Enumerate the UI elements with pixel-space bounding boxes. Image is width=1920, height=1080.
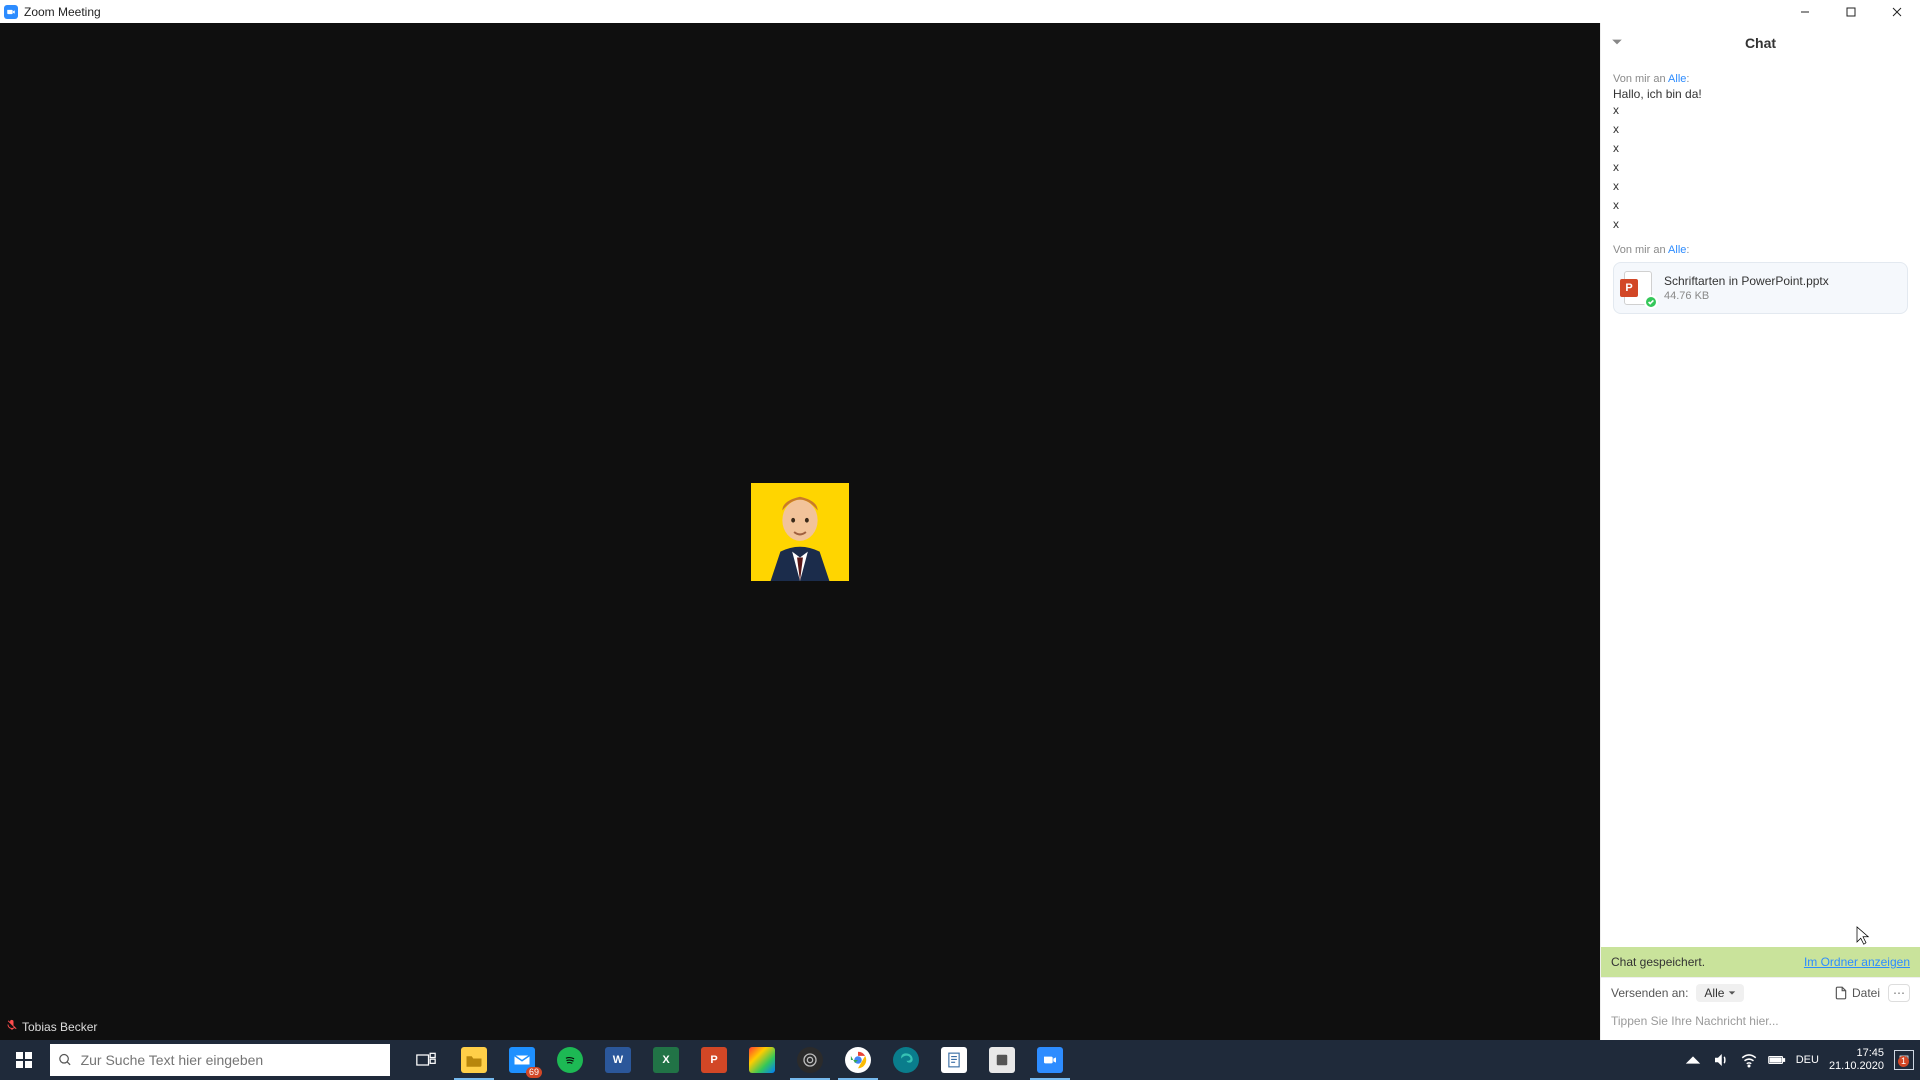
mail-badge: 69 [526, 1067, 542, 1078]
chat-message-header: Von mir an Alle: [1613, 244, 1908, 256]
tray-notifications-button[interactable]: 1 [1894, 1050, 1914, 1070]
send-to-label: Versenden an: [1611, 986, 1688, 1000]
taskbar-app-generic-2[interactable] [978, 1040, 1026, 1080]
chat-message-line: x [1613, 120, 1908, 139]
chat-message-line: x [1613, 101, 1908, 120]
system-tray: DEU 17:45 21.10.2020 1 [1684, 1047, 1920, 1073]
taskbar-app-word[interactable]: W [594, 1040, 642, 1080]
window-titlebar: Zoom Meeting [0, 0, 1920, 23]
taskbar-app-spotify[interactable] [546, 1040, 594, 1080]
window-close-button[interactable] [1874, 0, 1920, 23]
chat-message-line: x [1613, 196, 1908, 215]
taskbar-app-file-explorer[interactable] [450, 1040, 498, 1080]
taskbar-app-excel[interactable]: X [642, 1040, 690, 1080]
tray-battery-icon[interactable] [1768, 1051, 1786, 1069]
window-maximize-button[interactable] [1828, 0, 1874, 23]
window-minimize-button[interactable] [1782, 0, 1828, 23]
chat-message-header: Von mir an Alle: [1613, 73, 1908, 85]
taskbar-app-generic-1[interactable] [738, 1040, 786, 1080]
tray-volume-icon[interactable] [1712, 1051, 1730, 1069]
taskbar-search-input[interactable] [81, 1052, 390, 1068]
chat-title: Chat [1745, 35, 1776, 51]
taskbar-app-mail[interactable]: 69 [498, 1040, 546, 1080]
video-area[interactable]: Tobias Becker [0, 23, 1600, 1040]
taskbar-app-powerpoint[interactable]: P [690, 1040, 738, 1080]
file-size: 44.76 KB [1664, 290, 1829, 302]
chat-saved-banner: Chat gespeichert. Im Ordner anzeigen [1601, 947, 1920, 977]
chat-message-line: x [1613, 215, 1908, 234]
chat-message-line: x [1613, 177, 1908, 196]
chat-message-line: x [1613, 139, 1908, 158]
upload-success-icon [1644, 295, 1658, 309]
taskbar-app-obs[interactable] [786, 1040, 834, 1080]
chat-panel: Chat Von mir an Alle: Hallo, ich bin da!… [1600, 23, 1920, 1040]
taskbar-app-zoom[interactable] [1026, 1040, 1074, 1080]
chat-message-line: x [1613, 158, 1908, 177]
taskbar: 69 W X P DEU 17:45 21.10.2020 1 [0, 1040, 1920, 1080]
chat-send-row: Versenden an: Alle Datei ⋯ [1601, 977, 1920, 1008]
show-in-folder-link[interactable]: Im Ordner anzeigen [1804, 955, 1910, 969]
chat-header: Chat [1601, 23, 1920, 63]
chat-input-area [1601, 1008, 1920, 1040]
participant-name: Tobias Becker [22, 1020, 97, 1034]
chat-saved-text: Chat gespeichert. [1611, 955, 1705, 969]
zoom-app-icon [4, 5, 18, 19]
tray-overflow-button[interactable] [1684, 1051, 1702, 1069]
taskbar-app-notepad[interactable] [930, 1040, 978, 1080]
send-to-dropdown[interactable]: Alle [1696, 984, 1744, 1002]
task-view-button[interactable] [402, 1040, 450, 1080]
file-name: Schriftarten in PowerPoint.pptx [1664, 274, 1829, 288]
chat-more-button[interactable]: ⋯ [1888, 984, 1910, 1002]
taskbar-app-chrome[interactable] [834, 1040, 882, 1080]
chat-message-line: Hallo, ich bin da! [1613, 87, 1908, 101]
participant-name-overlay: Tobias Becker [6, 1019, 97, 1034]
chat-messages[interactable]: Von mir an Alle: Hallo, ich bin da! x x … [1601, 63, 1920, 947]
participant-avatar [751, 483, 849, 581]
powerpoint-file-icon: P [1624, 271, 1654, 305]
attach-file-button[interactable]: Datei [1834, 986, 1880, 1000]
window-title: Zoom Meeting [24, 5, 101, 19]
chat-input[interactable] [1611, 1014, 1910, 1028]
mic-muted-icon [6, 1019, 18, 1034]
tray-language[interactable]: DEU [1796, 1054, 1819, 1066]
tray-wifi-icon[interactable] [1740, 1051, 1758, 1069]
chat-file-attachment[interactable]: P Schriftarten in PowerPoint.pptx 44.76 … [1613, 262, 1908, 314]
taskbar-search[interactable] [50, 1044, 390, 1076]
notification-badge: 1 [1898, 1056, 1909, 1067]
search-icon [58, 1052, 73, 1068]
tray-clock[interactable]: 17:45 21.10.2020 [1829, 1047, 1884, 1073]
start-button[interactable] [0, 1040, 48, 1080]
chat-collapse-button[interactable] [1611, 35, 1623, 51]
taskbar-app-edge[interactable] [882, 1040, 930, 1080]
